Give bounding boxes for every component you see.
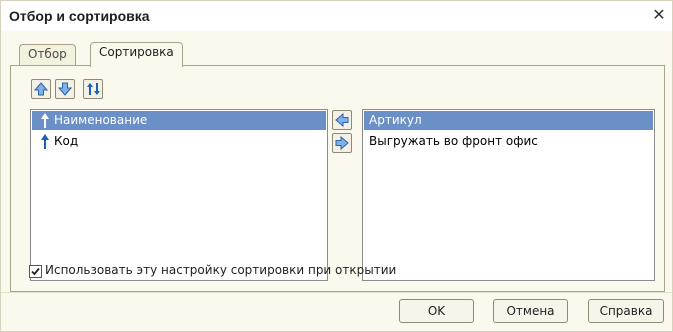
arrow-up-icon: [34, 82, 48, 96]
sort-toggle-icon: [87, 83, 100, 95]
close-button[interactable]: ✕: [650, 6, 668, 24]
ok-button[interactable]: OK: [399, 299, 474, 323]
tab-sorting[interactable]: Сортировка: [90, 42, 183, 67]
list-item-label: Артикул: [369, 113, 422, 127]
sort-ascending-icon: [41, 113, 49, 128]
sort-ascending-icon: [41, 134, 49, 149]
footer-divider: [1, 292, 672, 293]
arrow-right-icon: [335, 136, 349, 150]
available-fields-list[interactable]: Наименование Код: [30, 109, 328, 281]
dialog-title: Отбор и сортировка: [9, 8, 150, 24]
arrow-left-icon: [335, 113, 349, 127]
list-item-label: Выгружать во фронт офис: [369, 134, 538, 148]
sorting-tab-panel: Наименование Код Артикул Выгружать во фр…: [10, 65, 665, 292]
cancel-button[interactable]: Отмена: [493, 299, 568, 323]
list-item[interactable]: Выгружать во фронт офис: [364, 132, 653, 151]
list-item[interactable]: Наименование: [32, 111, 326, 130]
list-item[interactable]: Артикул: [364, 111, 653, 130]
sort-dialog: Отбор и сортировка ✕ Отбор Сортировка На…: [0, 0, 673, 332]
sort-fields-list[interactable]: Артикул Выгружать во фронт офис: [362, 109, 655, 281]
list-item-label: Код: [54, 134, 79, 148]
checkmark-icon: [31, 267, 40, 276]
move-down-button[interactable]: [55, 79, 75, 99]
sort-direction-button[interactable]: [83, 79, 103, 99]
list-item[interactable]: Код: [32, 132, 326, 151]
use-on-open-checkbox[interactable]: [29, 265, 42, 278]
move-right-button[interactable]: [332, 133, 352, 153]
use-on-open-label[interactable]: Использовать эту настройку сортировки пр…: [45, 263, 396, 277]
help-button[interactable]: Справка: [588, 299, 664, 323]
move-up-button[interactable]: [31, 79, 51, 99]
tab-filter[interactable]: Отбор: [19, 44, 76, 65]
move-left-button[interactable]: [332, 110, 352, 130]
title-bar: Отбор и сортировка ✕: [1, 1, 672, 31]
arrow-down-icon: [58, 82, 72, 96]
list-item-label: Наименование: [54, 113, 148, 127]
